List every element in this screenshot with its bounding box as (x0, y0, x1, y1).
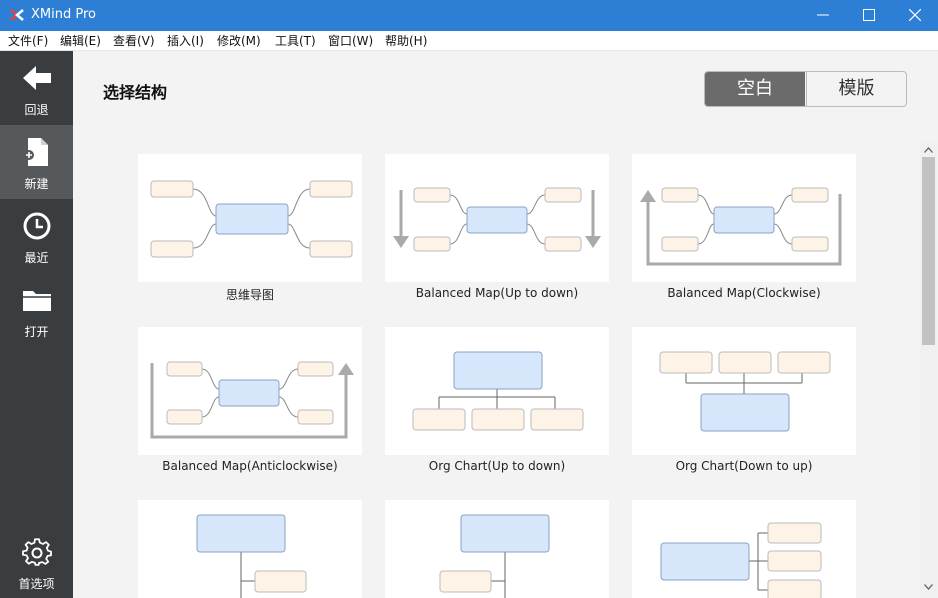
close-icon (909, 9, 921, 21)
menu-insert[interactable]: 插入(I) (167, 33, 204, 49)
scroll-up-arrow-icon[interactable] (924, 147, 933, 153)
org-up-down-preview-icon (412, 351, 584, 431)
menu-window[interactable]: 窗口(W) (328, 33, 373, 49)
template-card-org-down-up[interactable] (632, 327, 856, 455)
new-file-icon (24, 138, 48, 166)
sidebar-item-new[interactable]: 新建 (0, 125, 73, 199)
close-button[interactable] (892, 0, 938, 31)
menu-edit[interactable]: 编辑(E) (60, 33, 101, 49)
template-card-mindmap[interactable] (138, 154, 362, 282)
template-card-tree-right[interactable] (138, 500, 362, 598)
balanced-anticlockwise-preview-icon (150, 361, 354, 439)
xmind-logo-icon (10, 9, 24, 21)
sidebar-item-label: 新建 (24, 177, 49, 191)
menu-bar: 文件(F) 编辑(E) 查看(V) 插入(I) 修改(M) 工具(T) 窗口(W… (0, 31, 938, 51)
sidebar-item-open[interactable]: 打开 (0, 273, 73, 347)
template-card-logic-right[interactable] (632, 500, 856, 598)
maximize-button[interactable] (846, 0, 892, 31)
sidebar-item-label: 打开 (24, 325, 49, 339)
logic-right-preview-icon (660, 522, 822, 598)
menu-modify[interactable]: 修改(M) (217, 33, 261, 49)
menu-view[interactable]: 查看(V) (113, 33, 155, 49)
balanced-clockwise-preview-icon (640, 187, 842, 266)
sidebar-item-label: 回退 (24, 103, 49, 117)
scroll-down-arrow-icon[interactable] (924, 584, 933, 590)
main-panel: 选择结构 空白 模版 思维导图 Balanced Map(Up to down)… (73, 51, 938, 598)
balanced-up-down-preview-icon (393, 187, 601, 252)
gear-icon (22, 538, 52, 566)
maximize-icon (863, 9, 875, 21)
page-title: 选择结构 (103, 83, 168, 102)
blank-tab[interactable]: 空白 (705, 72, 805, 106)
template-label: 思维导图 (225, 288, 274, 302)
menu-help[interactable]: 帮助(H) (385, 33, 427, 49)
sidebar-item-back[interactable]: 回退 (0, 51, 73, 125)
template-label: Balanced Map(Up to down) (415, 286, 579, 300)
sidebar: 回退 新建 最近 打开 首选项 (0, 51, 73, 598)
window-title: XMind Pro (31, 7, 96, 22)
template-card-balanced-up-down[interactable] (385, 154, 609, 282)
clock-icon (23, 212, 51, 240)
tree-right-preview-icon (196, 514, 307, 598)
template-card-tree-left[interactable] (385, 500, 609, 598)
template-card-balanced-anticlockwise[interactable] (138, 327, 362, 455)
sidebar-item-label: 最近 (24, 251, 49, 265)
sidebar-item-recent[interactable]: 最近 (0, 199, 73, 273)
sidebar-item-label: 首选项 (18, 577, 55, 591)
template-card-org-up-down[interactable] (385, 327, 609, 455)
tree-left-preview-icon (439, 514, 550, 598)
menu-file[interactable]: 文件(F) (8, 33, 48, 49)
folder-icon (23, 291, 51, 311)
sidebar-item-preferences[interactable]: 首选项 (0, 524, 73, 598)
minimize-button[interactable] (800, 0, 846, 31)
structure-type-toggle: 空白 模版 (704, 71, 907, 107)
title-bar: XMind Pro (0, 0, 938, 31)
template-label: Org Chart(Down to up) (675, 459, 813, 473)
mindmap-preview-icon (150, 180, 353, 258)
org-down-up-preview-icon (659, 351, 831, 432)
template-label: Balanced Map(Anticlockwise) (162, 459, 338, 473)
menu-tools[interactable]: 工具(T) (275, 33, 316, 49)
template-label: Org Chart(Up to down) (428, 459, 566, 473)
template-label: Balanced Map(Clockwise) (667, 286, 821, 300)
vertical-scrollbar[interactable] (920, 143, 937, 598)
scrollbar-thumb[interactable] (922, 157, 935, 345)
template-card-balanced-clockwise[interactable] (632, 154, 856, 282)
minimize-icon (817, 14, 829, 16)
back-arrow-icon (23, 66, 51, 90)
template-tab[interactable]: 模版 (806, 72, 906, 106)
